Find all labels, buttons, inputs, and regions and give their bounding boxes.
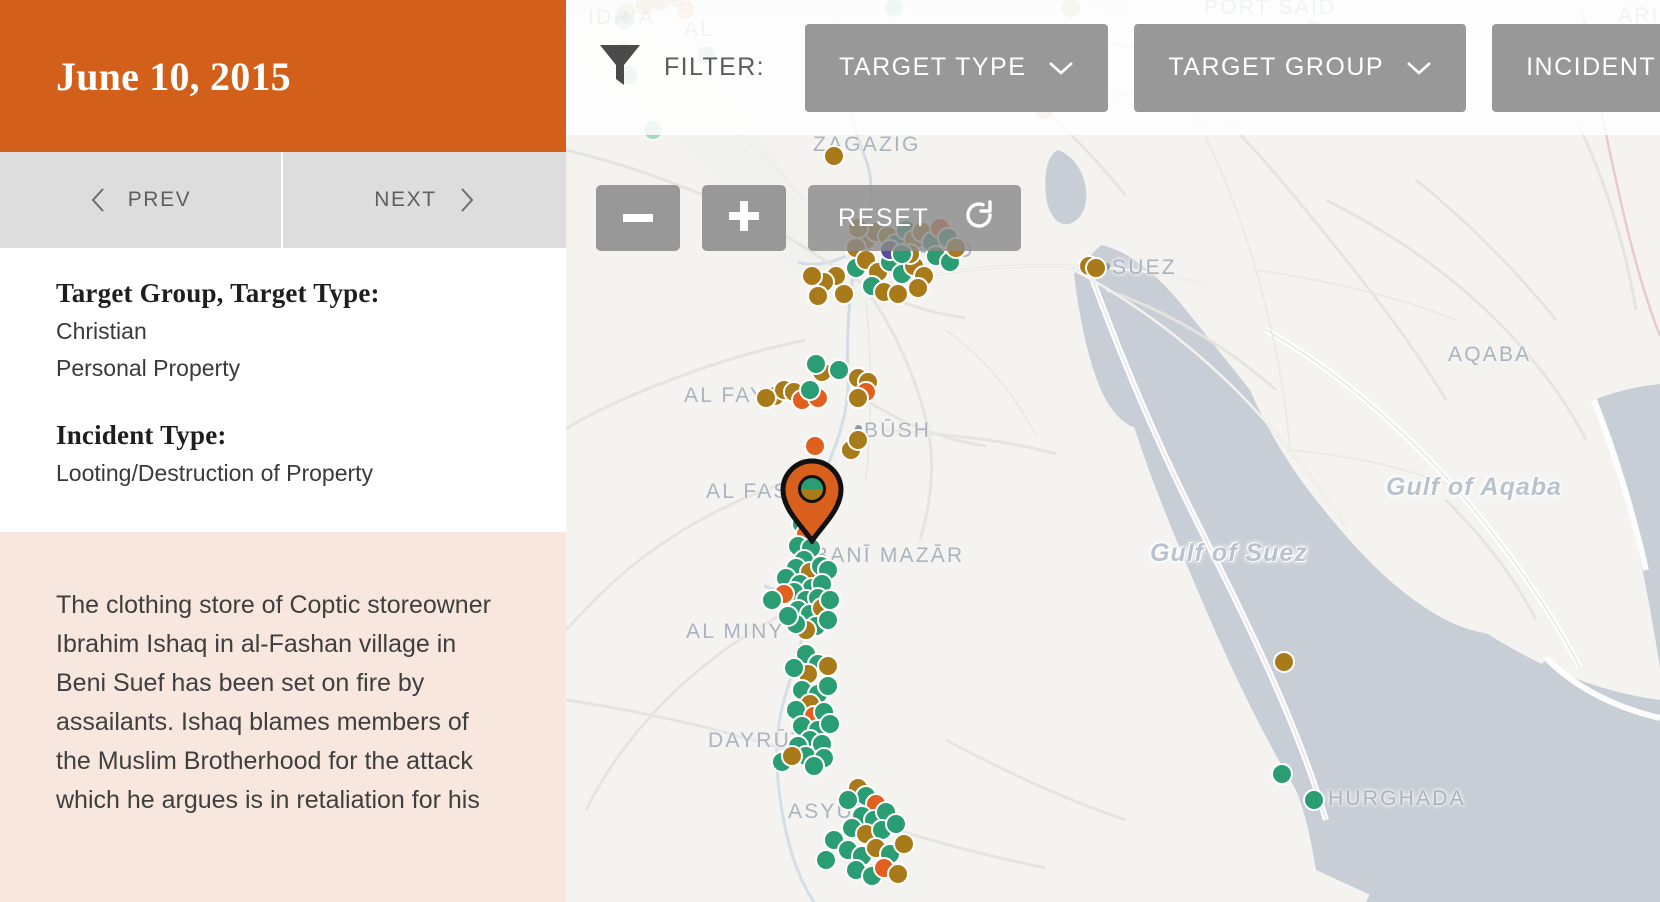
chevron-down-icon: [1406, 60, 1432, 76]
zoom-in-button[interactable]: [702, 185, 786, 251]
incident-dot[interactable]: [801, 265, 823, 287]
filter-target-type-label: TARGET TYPE: [839, 53, 1027, 81]
chevron-left-icon: [90, 187, 106, 213]
incident-sidebar: June 10, 2015 PREV NEXT Target Group, Ta…: [0, 0, 566, 902]
incident-dot[interactable]: [1085, 257, 1107, 279]
incident-dot[interactable]: [819, 589, 841, 611]
incident-dot[interactable]: [847, 387, 869, 409]
filter-target-type-button[interactable]: TARGET TYPE: [805, 23, 1109, 112]
incident-dot[interactable]: [783, 657, 805, 679]
funnel-icon: [598, 41, 642, 94]
incident-description-text: The clothing store of Coptic storeowner …: [56, 591, 491, 814]
incident-dot[interactable]: [1303, 789, 1325, 811]
incident-date: June 10, 2015: [56, 53, 291, 99]
incident-dot[interactable]: [804, 435, 826, 457]
incident-dot[interactable]: [777, 605, 799, 627]
incident-dot[interactable]: [803, 755, 825, 777]
incident-dot[interactable]: [1273, 651, 1295, 673]
reset-label: RESET: [838, 203, 930, 232]
incident-type-value: Looting/Destruction of Property: [56, 459, 374, 486]
incident-dot[interactable]: [817, 609, 839, 631]
map-filter-bar: FILTER: TARGET TYPE TARGET GROUP INCIDEN…: [566, 0, 1660, 135]
record-navigation: PREV NEXT: [0, 152, 566, 248]
filter-label: FILTER:: [664, 53, 766, 81]
incident-dot[interactable]: [815, 849, 837, 871]
minus-icon: [623, 209, 653, 227]
target-group-value: Christian: [56, 318, 147, 344]
map-basemap: [566, 0, 1660, 902]
filter-target-group-label: TARGET GROUP: [1168, 53, 1385, 81]
chevron-right-icon: [459, 187, 475, 213]
plus-icon: [729, 200, 759, 236]
incident-dot[interactable]: [887, 283, 909, 305]
meta-spacer: [56, 388, 510, 420]
incident-dot[interactable]: [817, 655, 839, 677]
incident-dot[interactable]: [805, 353, 827, 375]
incident-dot[interactable]: [893, 833, 915, 855]
incident-dot[interactable]: [817, 675, 839, 697]
incident-dot[interactable]: [823, 145, 845, 167]
incident-type-label: Incident Type:: [56, 419, 227, 450]
incident-metadata: Target Group, Target Type: Christian Per…: [0, 248, 566, 532]
filter-target-group-button[interactable]: TARGET GROUP: [1134, 23, 1467, 112]
incident-map[interactable]: IDRIAPORT SAIDARISHALZAGAZIGCAIROSUEZAQA…: [566, 0, 1660, 902]
app-root: June 10, 2015 PREV NEXT Target Group, Ta…: [0, 0, 1660, 902]
next-label: NEXT: [374, 188, 437, 211]
target-group-type-label: Target Group, Target Type:: [56, 278, 380, 308]
date-header: June 10, 2015: [0, 0, 566, 152]
next-button[interactable]: NEXT: [283, 152, 566, 248]
refresh-icon: [963, 199, 995, 238]
chevron-down-icon: [1048, 60, 1074, 76]
incident-dot[interactable]: [847, 429, 869, 451]
incident-dot[interactable]: [887, 863, 909, 885]
incident-dot[interactable]: [755, 387, 777, 409]
target-type-value: Personal Property: [56, 355, 241, 382]
incident-description-panel: The clothing store of Coptic storeowner …: [0, 532, 566, 902]
incident-dot[interactable]: [1271, 763, 1293, 785]
incident-dot[interactable]: [885, 813, 907, 835]
map-zoom-controls: RESET: [596, 185, 1022, 251]
incident-dot[interactable]: [907, 277, 929, 299]
incident-dot[interactable]: [819, 713, 841, 735]
map-reset-button[interactable]: RESET: [808, 185, 1022, 251]
incident-dot[interactable]: [781, 745, 803, 767]
filter-incident-type-button[interactable]: INCIDENT TYPE: [1492, 23, 1660, 112]
prev-label: PREV: [127, 188, 192, 211]
incident-dot[interactable]: [833, 283, 855, 305]
prev-button[interactable]: PREV: [0, 152, 283, 248]
zoom-out-button[interactable]: [596, 185, 680, 251]
incident-dot[interactable]: [807, 285, 829, 307]
filter-incident-type-label: INCIDENT TYPE: [1526, 53, 1660, 81]
